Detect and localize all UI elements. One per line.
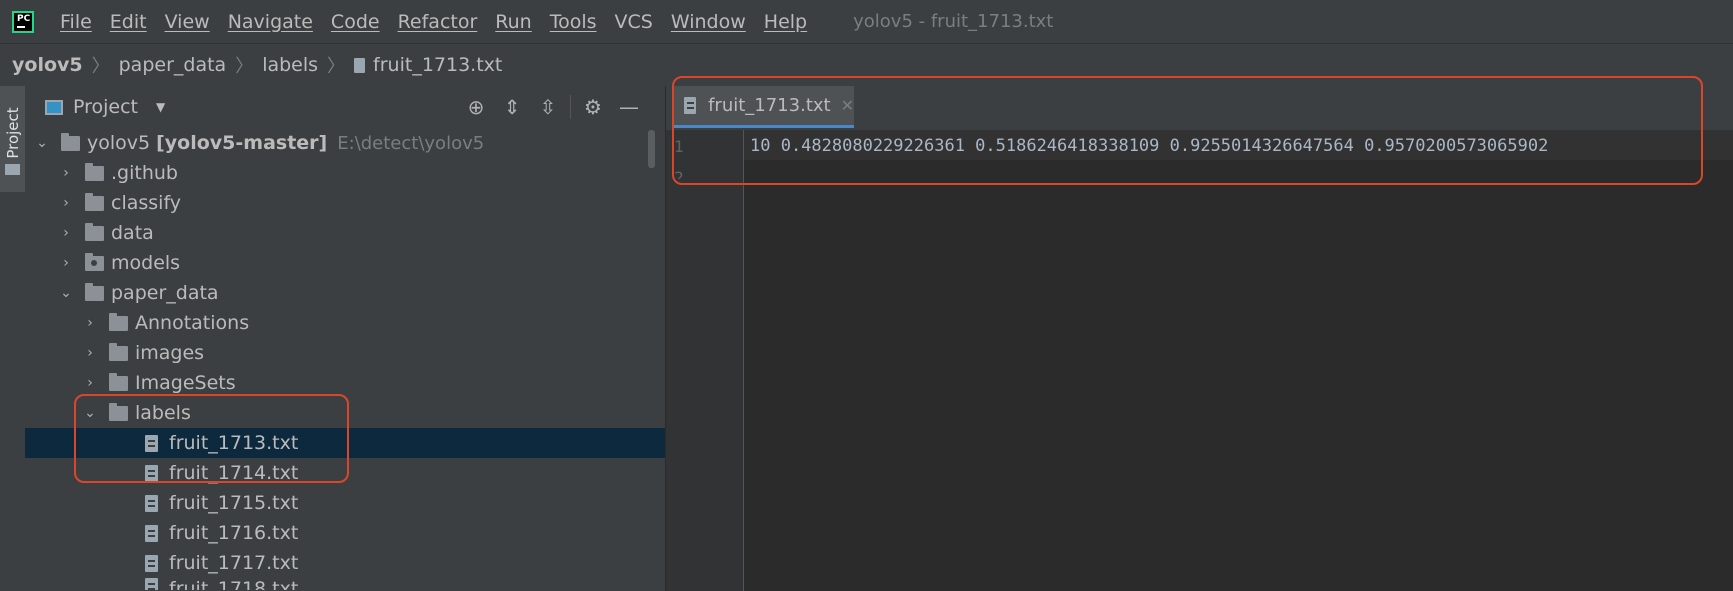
menu-edit[interactable]: Edit [110, 11, 147, 33]
menu-run[interactable]: Run [495, 11, 531, 33]
breadcrumb-labels[interactable]: labels [262, 54, 318, 76]
chevron-right-icon[interactable]: › [83, 345, 97, 361]
folder-icon [109, 342, 128, 361]
tree-row-github[interactable]: › .github [25, 158, 665, 188]
tree-row-data[interactable]: › data [25, 218, 665, 248]
folder-icon [85, 282, 104, 301]
project-tab-label: Project [4, 107, 22, 159]
project-tree: ⌄ yolov5 [yolov5-master] E:\detect\yolov… [25, 128, 665, 590]
window-title: yolov5 - fruit_1713.txt [853, 11, 1054, 32]
chevron-right-icon[interactable]: › [83, 315, 97, 331]
folder-name: classify [111, 192, 182, 214]
menu-tools[interactable]: Tools [550, 11, 597, 33]
text-file-icon [145, 494, 158, 512]
tree-row-root[interactable]: ⌄ yolov5 [yolov5-master] E:\detect\yolov… [25, 128, 665, 158]
folder-name: paper_data [111, 282, 219, 304]
tree-scrollbar[interactable] [648, 130, 655, 168]
folder-name: .github [111, 162, 178, 184]
file-name: fruit_1718.txt [169, 578, 299, 590]
menu-view[interactable]: View [165, 11, 210, 33]
chevron-right-icon[interactable]: › [59, 195, 73, 211]
file-name: fruit_1717.txt [169, 552, 299, 574]
folder-icon [5, 164, 20, 175]
chevron-down-icon[interactable]: ⌄ [59, 285, 73, 301]
project-panel-title[interactable]: Project [73, 96, 138, 118]
file-name: fruit_1716.txt [169, 522, 299, 544]
folder-icon [85, 222, 104, 241]
folder-icon [85, 192, 104, 211]
chevron-right-icon[interactable]: › [83, 375, 97, 391]
tree-row-annotations[interactable]: › Annotations [25, 308, 665, 338]
text-file-icon [145, 578, 158, 590]
line-number-gutter [666, 130, 744, 591]
breadcrumb-paper-data[interactable]: paper_data [119, 54, 227, 76]
menu-window[interactable]: Window [671, 11, 746, 33]
folder-icon [109, 312, 128, 331]
breadcrumb-separator-icon: 〉 [91, 56, 110, 77]
menu-code[interactable]: Code [331, 11, 380, 33]
tree-row-paper-data[interactable]: ⌄ paper_data [25, 278, 665, 308]
chevron-right-icon[interactable]: › [59, 225, 73, 241]
root-folder-name: yolov5 [87, 132, 151, 154]
tree-row-models[interactable]: › models [25, 248, 665, 278]
pycharm-logo-icon: PC [12, 10, 34, 33]
left-tool-strip: Project [0, 86, 26, 591]
chevron-down-icon[interactable]: ▼ [156, 100, 165, 114]
minimize-icon[interactable]: — [611, 95, 647, 119]
folder-name: ImageSets [135, 372, 236, 394]
folder-icon [61, 132, 80, 151]
breadcrumb-separator-icon: 〉 [235, 56, 254, 77]
tree-row-images[interactable]: › images [25, 338, 665, 368]
menu-bar: PC File Edit View Navigate Code Refactor… [0, 0, 1733, 43]
project-tool-tab[interactable]: Project [0, 86, 25, 192]
tree-row-file[interactable]: fruit_1718.txt [25, 578, 665, 590]
project-panel: Project ▼ ⊕ ⇕ ⇳ ⚙ — ⌄ yolov5 [yolov5-mas… [25, 86, 665, 591]
project-panel-header: Project ▼ ⊕ ⇕ ⇳ ⚙ — [25, 86, 665, 128]
tree-row-file[interactable]: fruit_1717.txt [25, 548, 665, 578]
locate-target-icon[interactable]: ⊕ [458, 95, 494, 119]
gear-icon[interactable]: ⚙ [575, 95, 611, 119]
panel-toolbar: ⊕ ⇕ ⇳ ⚙ — [458, 86, 665, 128]
tree-row-classify[interactable]: › classify [25, 188, 665, 218]
folder-icon [109, 372, 128, 391]
menu-file[interactable]: File [60, 11, 92, 33]
folder-name: images [135, 342, 205, 364]
text-file-icon [145, 524, 158, 542]
menu-refactor[interactable]: Refactor [398, 11, 478, 33]
root-folder-path: E:\detect\yolov5 [337, 132, 485, 154]
collapse-all-icon[interactable]: ⇳ [530, 95, 566, 119]
breadcrumb-separator-icon: 〉 [327, 56, 346, 77]
expand-all-icon[interactable]: ⇕ [494, 95, 530, 119]
breadcrumb-project[interactable]: yolov5 [12, 54, 83, 76]
folder-icon [85, 162, 104, 181]
menu-navigate[interactable]: Navigate [228, 11, 313, 33]
tree-row-file[interactable]: fruit_1716.txt [25, 518, 665, 548]
project-view-icon [45, 99, 63, 115]
chevron-down-icon[interactable]: ⌄ [35, 135, 49, 151]
folder-name: data [111, 222, 154, 244]
highlight-box-labels [74, 394, 349, 483]
menu-vcs[interactable]: VCS [615, 11, 653, 33]
text-file-icon [354, 57, 366, 73]
text-file-icon [145, 554, 158, 572]
highlight-box-editor [672, 76, 1703, 185]
breadcrumb-file[interactable]: fruit_1713.txt [373, 54, 502, 76]
file-name: fruit_1715.txt [169, 492, 299, 514]
menu-help[interactable]: Help [764, 11, 807, 33]
toolbar-divider [570, 95, 571, 119]
package-folder-icon [85, 252, 104, 271]
folder-name: models [111, 252, 181, 274]
chevron-right-icon[interactable]: › [59, 255, 73, 271]
chevron-right-icon[interactable]: › [59, 165, 73, 181]
folder-name: Annotations [135, 312, 250, 334]
tree-row-file[interactable]: fruit_1715.txt [25, 488, 665, 518]
root-module-name: [yolov5-master] [156, 132, 328, 154]
